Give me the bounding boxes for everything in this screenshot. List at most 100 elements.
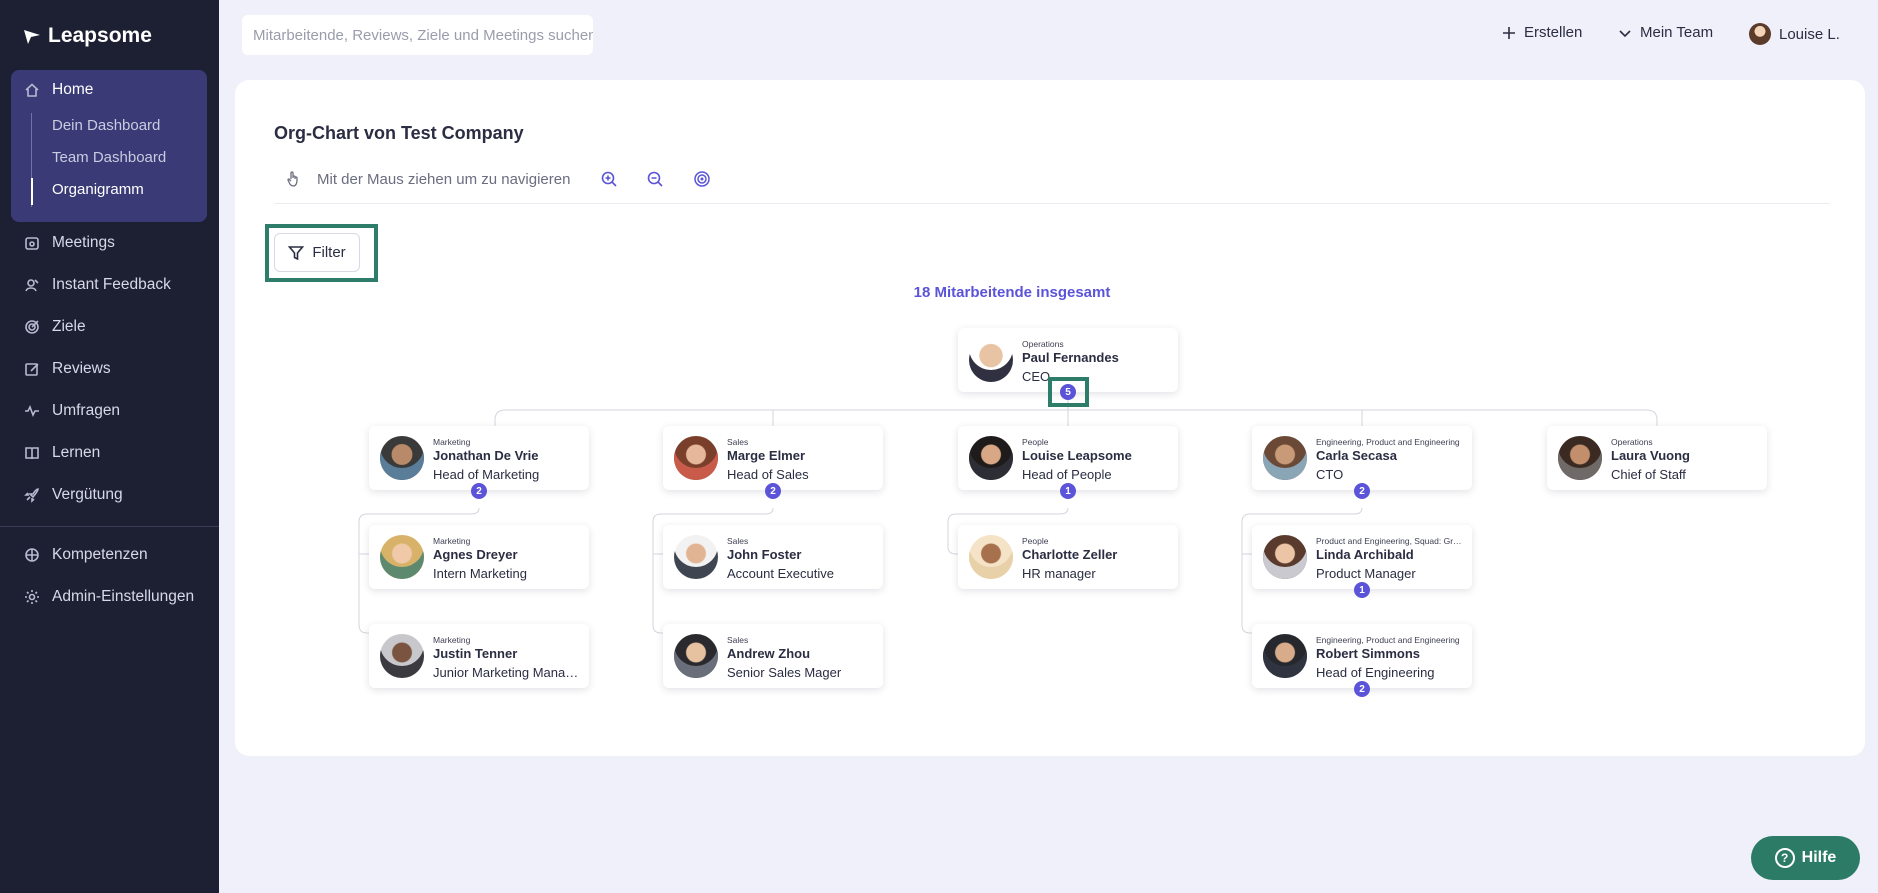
sidebar-subitem-dashboard[interactable]: Dein Dashboard: [52, 117, 160, 134]
node-role: CEO: [1022, 369, 1051, 384]
node-department: Engineering, Product and Engineering: [1316, 437, 1460, 447]
org-node[interactable]: Engineering, Product and Engineering Rob…: [1252, 624, 1472, 688]
app-name: Leapsome: [48, 24, 152, 47]
hand-pointer-icon: [287, 171, 298, 187]
avatar: [1749, 23, 1771, 45]
node-department: Marketing: [433, 536, 471, 546]
org-node[interactable]: Sales John Foster Account Executive: [663, 525, 883, 589]
pulse-icon: [25, 405, 39, 417]
sidebar: Leapsome Home Dein Dashboard Team Dashbo…: [0, 0, 219, 893]
direct-reports-badge[interactable]: 1: [1354, 582, 1370, 598]
avatar: [1558, 436, 1602, 480]
node-name: Linda Archibald: [1316, 547, 1414, 562]
zoom-out-icon[interactable]: [646, 170, 664, 188]
sidebar-item-label: Home: [52, 81, 94, 98]
avatar: [969, 338, 1013, 382]
sidebar-item-label: Admin-Einstellungen: [52, 588, 195, 605]
sidebar-divider: [0, 526, 219, 527]
user-menu[interactable]: Louise L.: [1749, 23, 1840, 45]
node-department: Product and Engineering, Squad: Growth: [1316, 536, 1462, 546]
sidebar-item-reviews[interactable]: Reviews: [24, 360, 111, 378]
meetings-icon: [25, 237, 39, 250]
chart-toolbar: Mit der Maus ziehen um zu navigieren: [285, 170, 711, 188]
recenter-icon[interactable]: [693, 170, 711, 188]
direct-reports-badge[interactable]: 1: [1060, 483, 1076, 499]
book-icon: [25, 447, 39, 460]
sidebar-item-instant-feedback[interactable]: Instant Feedback: [24, 276, 171, 294]
sidebar-item-label: Lernen: [52, 444, 101, 461]
org-node[interactable]: People Louise Leapsome Head of People: [958, 426, 1178, 490]
org-node[interactable]: Marketing Agnes Dreyer Intern Marketing: [369, 525, 589, 589]
org-node[interactable]: Operations Laura Vuong Chief of Staff: [1547, 426, 1767, 490]
team-dropdown[interactable]: Mein Team: [1618, 24, 1713, 41]
node-role: Head of Engineering: [1316, 665, 1435, 680]
zoom-in-icon[interactable]: [600, 170, 618, 188]
help-icon: ?: [1774, 848, 1795, 868]
org-node[interactable]: Sales Andrew Zhou Senior Sales Mager: [663, 624, 883, 688]
help-button[interactable]: ? Hilfe: [1751, 836, 1860, 880]
node-department: Engineering, Product and Engineering: [1316, 635, 1460, 645]
rocket-icon: [24, 488, 39, 503]
user-name: Louise L.: [1779, 25, 1840, 43]
direct-reports-badge[interactable]: 2: [1354, 681, 1370, 697]
node-role: HR manager: [1022, 566, 1096, 581]
node-name: Carla Secasa: [1316, 448, 1397, 463]
direct-reports-badge[interactable]: 2: [471, 483, 487, 499]
sidebar-item-umfragen[interactable]: Umfragen: [24, 402, 120, 420]
sidebar-item-ziele[interactable]: Ziele: [24, 318, 86, 336]
node-role: Head of Sales: [727, 467, 809, 482]
node-name: Agnes Dreyer: [433, 547, 518, 562]
org-node[interactable]: Marketing Jonathan De Vrie Head of Marke…: [369, 426, 589, 490]
sidebar-subitem-team-dashboard[interactable]: Team Dashboard: [52, 149, 166, 166]
avatar: [674, 634, 718, 678]
page-title: Org-Chart von Test Company: [274, 123, 524, 143]
sidebar-item-lernen[interactable]: Lernen: [24, 444, 100, 462]
target-icon: [25, 320, 39, 334]
avatar: [380, 535, 424, 579]
org-node[interactable]: Engineering, Product and Engineering Car…: [1252, 426, 1472, 490]
node-department: Marketing: [433, 437, 471, 447]
org-node[interactable]: Marketing Justin Tenner Junior Marketing…: [369, 624, 589, 688]
node-role: Intern Marketing: [433, 566, 527, 581]
sidebar-subitem-organigramm[interactable]: Organigramm: [52, 181, 144, 198]
main-card: Org-Chart von Test Company Mit der Maus …: [235, 80, 1865, 756]
direct-reports-badge[interactable]: 2: [1354, 483, 1370, 499]
avatar: [969, 436, 1013, 480]
node-name: Louise Leapsome: [1022, 448, 1132, 463]
app-logo[interactable]: Leapsome: [22, 24, 152, 48]
submenu-active-indicator: [31, 178, 33, 205]
node-department: Sales: [727, 635, 749, 645]
node-name: Marge Elmer: [727, 448, 806, 463]
node-role: Head of Marketing: [433, 467, 540, 482]
node-name: Andrew Zhou: [727, 646, 811, 661]
total-employees: 18 Mitarbeitende insgesamt: [913, 284, 1111, 301]
node-role: Account Executive: [727, 566, 834, 581]
node-department: Sales: [727, 536, 749, 546]
org-node[interactable]: People Charlotte Zeller HR manager: [958, 525, 1178, 589]
sidebar-item-home[interactable]: Home: [24, 81, 93, 99]
sidebar-item-admin-einstellungen[interactable]: Admin-Einstellungen: [24, 588, 194, 606]
create-button[interactable]: Erstellen: [1502, 24, 1582, 41]
filter-button[interactable]: Filter: [274, 233, 360, 272]
avatar: [1263, 535, 1307, 579]
node-role: Junior Marketing Manager: [433, 665, 581, 680]
avatar: [969, 535, 1013, 579]
sidebar-item-meetings[interactable]: Meetings: [24, 234, 115, 252]
node-role: Chief of Staff: [1611, 467, 1686, 482]
avatar: [674, 535, 718, 579]
filter-icon: [288, 245, 305, 260]
sidebar-item-verguetung[interactable]: Vergütung: [24, 486, 123, 504]
node-name: Charlotte Zeller: [1022, 547, 1118, 562]
search-input[interactable]: Mitarbeitende, Reviews, Ziele und Meetin…: [242, 15, 593, 55]
avatar: [1263, 436, 1307, 480]
org-node[interactable]: Sales Marge Elmer Head of Sales: [663, 426, 883, 490]
org-node[interactable]: Product and Engineering, Squad: Growth L…: [1252, 525, 1472, 589]
sidebar-item-label: Kompetenzen: [52, 546, 148, 563]
sidebar-item-kompetenzen[interactable]: Kompetenzen: [24, 546, 148, 564]
direct-reports-badge[interactable]: 2: [765, 483, 781, 499]
node-name: Jonathan De Vrie: [433, 448, 539, 463]
avatar: [380, 634, 424, 678]
avatar: [1263, 634, 1307, 678]
node-department: Operations: [1022, 339, 1064, 349]
direct-reports-badge[interactable]: 5: [1060, 384, 1076, 400]
